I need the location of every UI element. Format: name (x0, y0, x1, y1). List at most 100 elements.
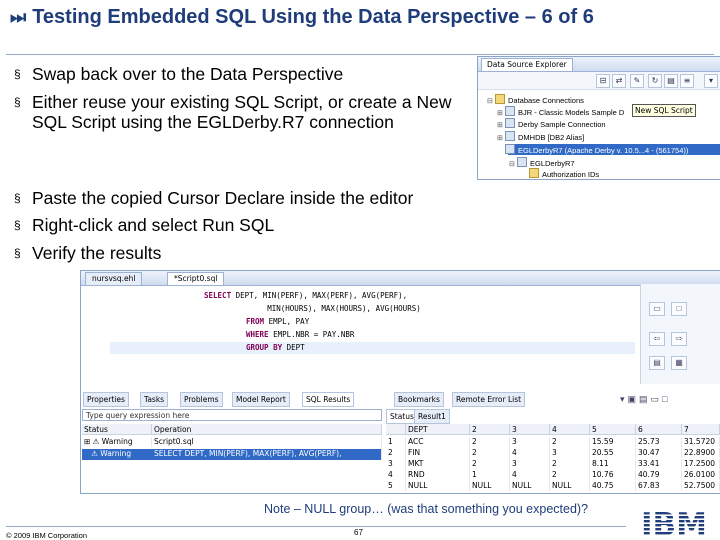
result-cell[interactable]: 40.79 (636, 470, 682, 480)
result-cell[interactable]: 52.7500 (682, 481, 720, 491)
result-cell[interactable]: 3 (510, 459, 550, 469)
result-cell[interactable]: 25.73 (636, 437, 682, 447)
bullet-marker: § (14, 191, 21, 205)
result-cell[interactable]: 3 (386, 459, 406, 469)
result-cell[interactable]: MKT (406, 459, 470, 469)
result-cell[interactable]: FIN (406, 448, 470, 458)
tree-item-database-connections[interactable]: ⊟ Database Connections (487, 94, 584, 105)
result-cell[interactable]: ACC (406, 437, 470, 447)
database-icon (505, 144, 515, 154)
result-cell[interactable]: 3 (550, 448, 590, 458)
code-line-1[interactable]: SELECT DEPT, MIN(PERF), MAX(PERF), AVG(P… (204, 290, 407, 302)
result-header-cell[interactable]: 2 (470, 424, 510, 435)
result-header-cell[interactable]: 7 (682, 424, 720, 435)
maximize-icon[interactable]: □ (671, 302, 687, 316)
result-cell[interactable]: 15.59 (590, 437, 636, 447)
tab-properties[interactable]: Properties (83, 392, 129, 407)
result-cell[interactable]: 2 (550, 459, 590, 469)
tab-sql-results[interactable]: SQL Results (302, 392, 355, 407)
bullet-paste-cursor: § Paste the copied Cursor Declare inside … (14, 188, 414, 208)
result-cell[interactable]: 2 (386, 448, 406, 458)
new-sql-script-tooltip: New SQL Script (632, 104, 696, 117)
tree-item-derby-sample[interactable]: ⊞ Derby Sample Connection (497, 118, 606, 129)
tab-bookmarks[interactable]: Bookmarks (394, 392, 444, 407)
bullet-marker: § (14, 67, 21, 81)
grid-icon[interactable]: ▦ (671, 356, 687, 370)
result-cell[interactable]: 22.8900 (682, 448, 720, 458)
result-cell[interactable]: NULL (550, 481, 590, 491)
bullet-marker: § (14, 95, 21, 109)
result-cell[interactable]: 4 (386, 470, 406, 480)
result-cell[interactable]: 2 (470, 448, 510, 458)
result-cell[interactable]: 1 (470, 470, 510, 480)
panel-toolbar-icons[interactable]: ▾▣▤▭□ (620, 394, 670, 405)
back-arrow-icon[interactable]: ⇦ (649, 332, 665, 346)
result-cell[interactable]: NULL (470, 481, 510, 491)
code-line-5[interactable]: GROUP BY DEPT (246, 342, 305, 354)
result-cell[interactable]: 26.0100 (682, 470, 720, 480)
note-text: Note – NULL group… (was that something y… (264, 502, 589, 516)
tree-item-authorization-ids[interactable]: Authorization IDs (521, 168, 599, 179)
collapse-all-icon[interactable]: ⊟ (596, 74, 610, 88)
code-line-2[interactable]: MIN(HOURS), MAX(HOURS), AVG(HOURS) (204, 303, 421, 315)
filter-icon[interactable]: ▤ (664, 74, 678, 88)
link-icon[interactable]: ⇄ (612, 74, 626, 88)
tab-nursvsq-ehl[interactable]: nursvsq.ehl (85, 272, 143, 285)
tab-model-report[interactable]: Model Report (232, 392, 290, 407)
result-header-cell[interactable] (386, 424, 406, 435)
result-cell[interactable]: 10.76 (590, 470, 636, 480)
result-cell[interactable]: 3 (510, 437, 550, 447)
tab-remote-error-list[interactable]: Remote Error List (452, 392, 526, 407)
result-cell[interactable]: 17.2500 (682, 459, 720, 469)
result-cell[interactable]: 1 (386, 437, 406, 447)
tab-script0-sql[interactable]: *Script0.sql (167, 272, 225, 285)
tree-item-eglderbyr7-db[interactable]: ⊟ EGLDerbyR7 (509, 157, 575, 168)
code-line-4[interactable]: WHERE EMPL.NBR = PAY.NBR (246, 329, 354, 341)
result-cell[interactable]: 2 (550, 470, 590, 480)
tree-item-bjr-connection[interactable]: ⊞ BJR - Classic Models Sample D (497, 106, 624, 117)
refresh-icon[interactable]: ↻ (648, 74, 662, 88)
forward-arrow-icon[interactable]: ⇨ (671, 332, 687, 346)
code-line-3[interactable]: FROM EMPL, PAY (246, 316, 309, 328)
result-header-cell[interactable]: 3 (510, 424, 550, 435)
result-header-cell[interactable]: DEPT (406, 424, 470, 435)
history-row-status[interactable]: ⊞ ⚠ Warning (82, 437, 152, 447)
result-cell[interactable]: 5 (386, 481, 406, 491)
copyright-text: © 2009 IBM Corporation (6, 531, 87, 540)
result-cell[interactable]: 31.5720 (682, 437, 720, 447)
minimize-icon[interactable]: ▭ (649, 302, 665, 316)
tree-item-dmhdb[interactable]: ⊞ DMHDB [DB2 Alias] (497, 131, 584, 142)
tab-problems[interactable]: Problems (180, 392, 223, 407)
query-filter-input[interactable]: Type query expression here (82, 409, 382, 421)
result-header-cell[interactable]: 4 (550, 424, 590, 435)
result-cell[interactable]: 4 (510, 470, 550, 480)
result-cell[interactable]: RND (406, 470, 470, 480)
result-cell[interactable]: 2 (470, 437, 510, 447)
history-row-operation[interactable]: Script0.sql (152, 437, 382, 447)
history-row-status[interactable]: ⚠ Warning (82, 449, 152, 459)
tree-item-eglderbyr7-connection[interactable]: ⊟ EGLDerbyR7 (Apache Derby v. 10.5...4 - … (497, 144, 688, 155)
outline-icon[interactable]: ▤ (649, 356, 665, 370)
tab-result1[interactable]: Result1 (414, 409, 450, 424)
result-header-cell[interactable]: 5 (590, 424, 636, 435)
result-cell[interactable]: 4 (510, 448, 550, 458)
result-cell[interactable]: 8.11 (590, 459, 636, 469)
view-menu-icon[interactable]: ▾ (704, 74, 718, 88)
result-cell[interactable]: 40.75 (590, 481, 636, 491)
title-divider (6, 54, 714, 55)
result-cell[interactable]: 33.41 (636, 459, 682, 469)
properties-icon[interactable]: ≡ (680, 74, 694, 88)
result-header-cell[interactable]: 6 (636, 424, 682, 435)
result-cell[interactable]: 2 (470, 459, 510, 469)
result-cell[interactable]: 30.47 (636, 448, 682, 458)
tab-data-source-explorer[interactable]: Data Source Explorer (481, 58, 573, 71)
bullet-reuse-script: § Either reuse your existing SQL Script, … (14, 92, 452, 132)
new-sql-script-icon[interactable]: ✎ (630, 74, 644, 88)
history-row-operation[interactable]: SELECT DEPT, MIN(PERF), MAX(PERF), AVG(P… (152, 449, 382, 459)
result-cell[interactable]: 2 (550, 437, 590, 447)
result-cell[interactable]: NULL (406, 481, 470, 491)
tab-tasks[interactable]: Tasks (140, 392, 169, 407)
result-cell[interactable]: NULL (510, 481, 550, 491)
result-cell[interactable]: 67.83 (636, 481, 682, 491)
result-cell[interactable]: 20.55 (590, 448, 636, 458)
